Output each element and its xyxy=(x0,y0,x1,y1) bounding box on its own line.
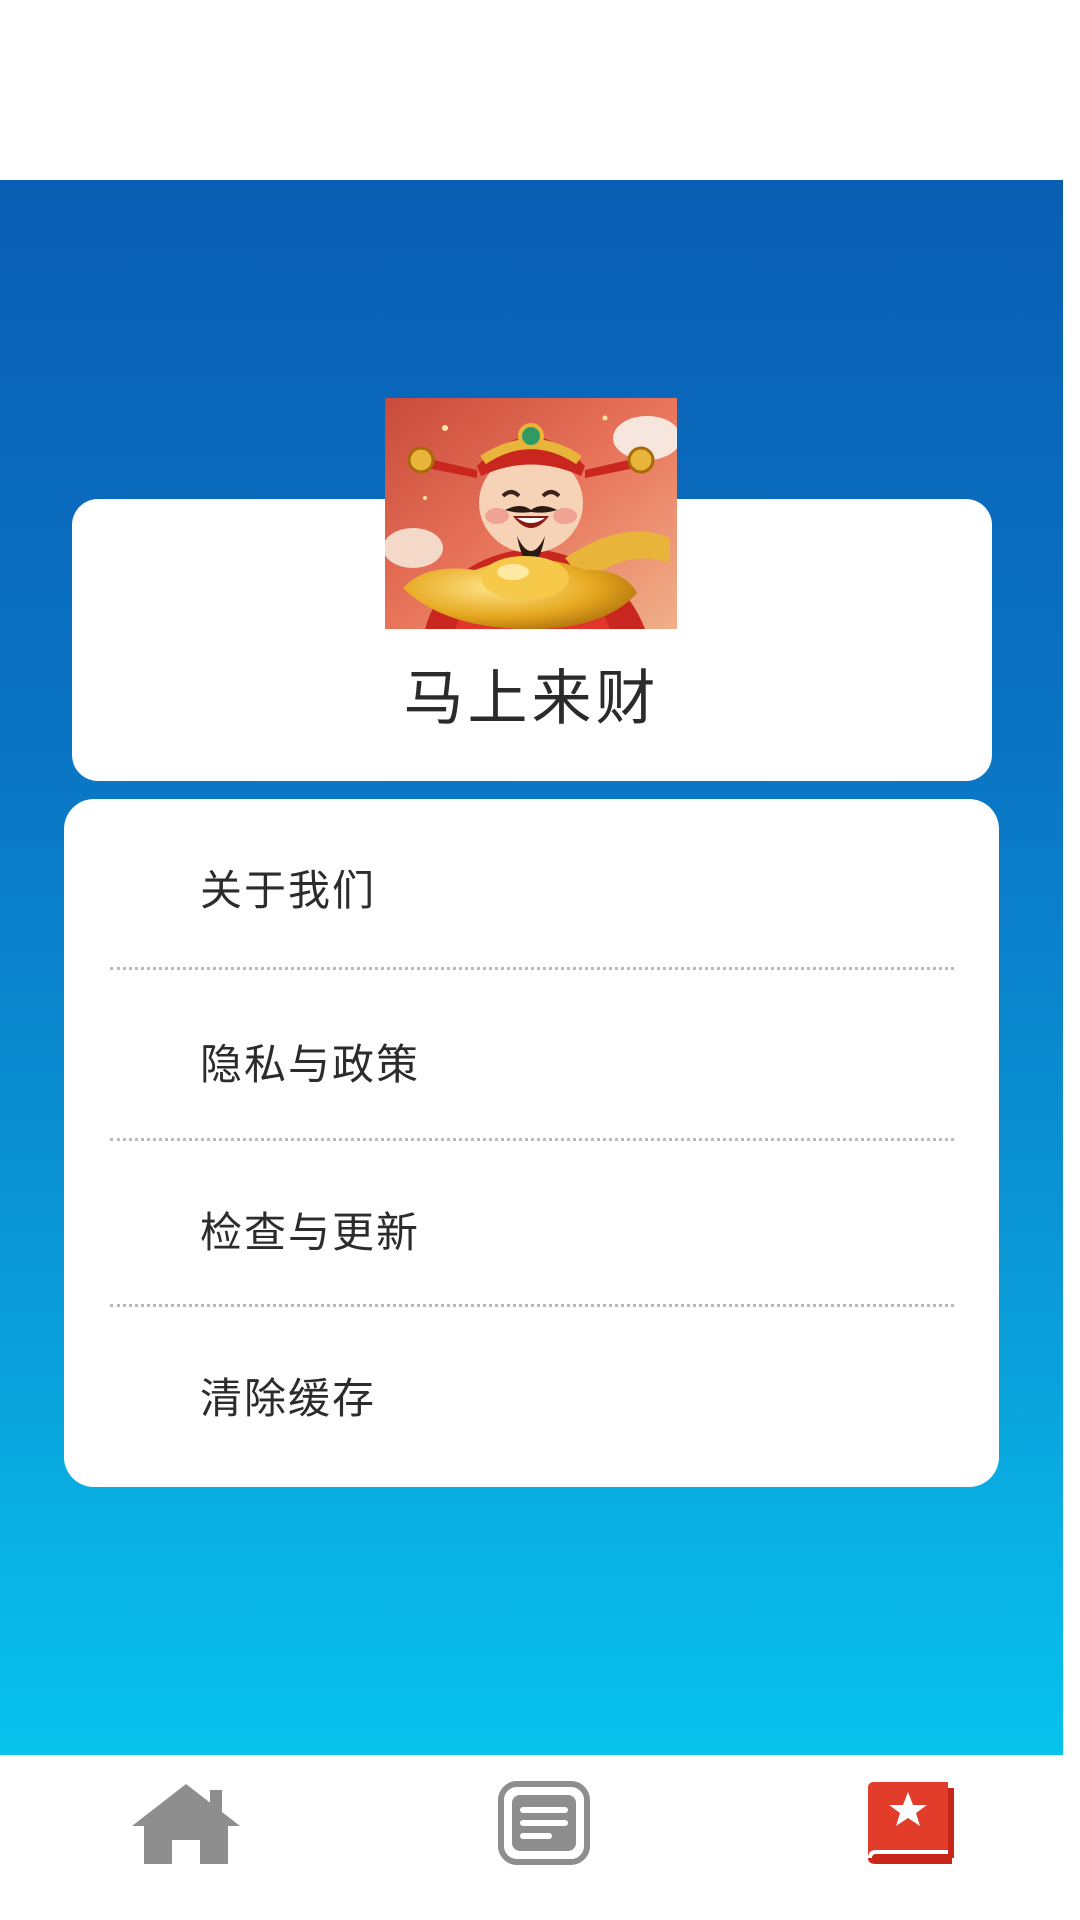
right-edge xyxy=(1063,180,1080,1755)
menu-item-privacy-policy[interactable]: 隐私与政策 xyxy=(200,1031,420,1092)
tab-document[interactable] xyxy=(484,1773,604,1873)
app-name: 马上来财 xyxy=(403,664,660,734)
document-icon xyxy=(498,1781,590,1865)
menu-item-check-update[interactable]: 检查与更新 xyxy=(200,1199,420,1260)
bottom-tab-bar xyxy=(0,1755,1080,1920)
menu-divider xyxy=(110,1304,954,1307)
app-avatar xyxy=(385,398,677,629)
favorites-book-icon xyxy=(868,1782,954,1864)
menu-card: 关于我们 隐私与政策 检查与更新 清除缓存 xyxy=(64,799,999,1487)
menu-item-clear-cache[interactable]: 清除缓存 xyxy=(200,1365,376,1426)
home-icon xyxy=(132,1784,240,1864)
god-of-wealth-avatar xyxy=(385,398,677,629)
menu-divider xyxy=(110,1138,954,1141)
menu-divider xyxy=(110,967,954,970)
settings-screen: 马上来财 关于我们 隐私与政策 检查与更新 清除缓存 xyxy=(0,0,1080,1920)
tab-favorites[interactable] xyxy=(850,1773,970,1873)
tab-home[interactable] xyxy=(126,1773,246,1873)
menu-item-about-us[interactable]: 关于我们 xyxy=(200,857,376,918)
status-area xyxy=(0,0,1080,180)
